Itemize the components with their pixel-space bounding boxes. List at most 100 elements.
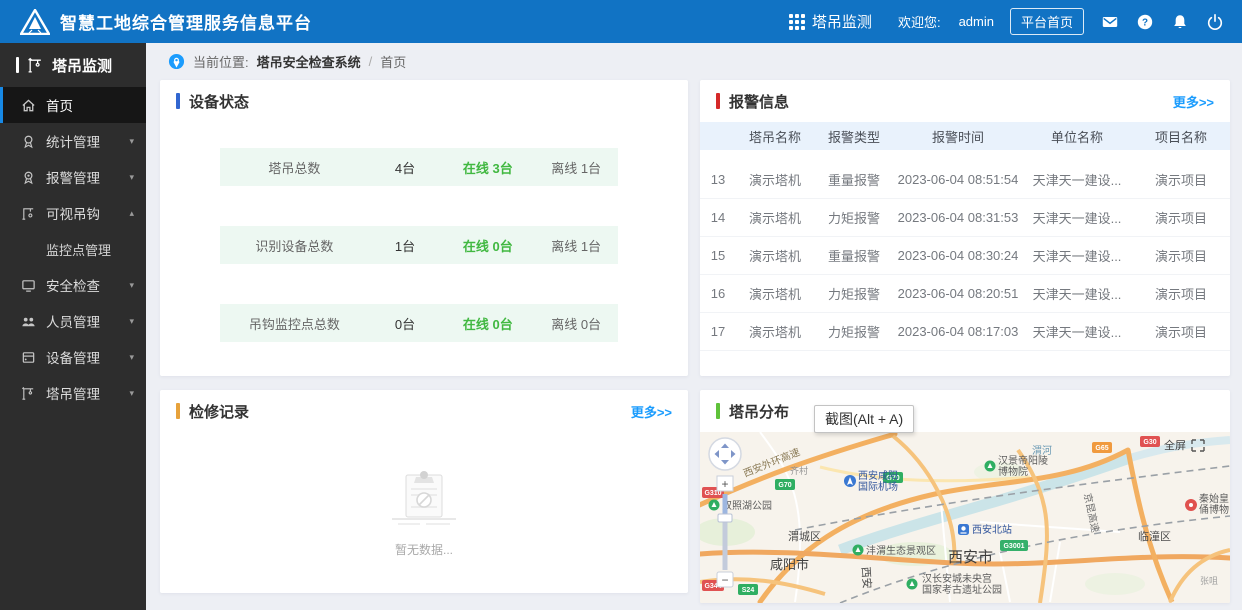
bell-icon[interactable] <box>1170 12 1189 31</box>
status-online: 在线 0台 <box>462 316 513 332</box>
no-data-icon <box>392 470 456 525</box>
hook-icon <box>20 205 36 221</box>
alarm-table-header: 塔吊名称 报警类型 报警时间 单位名称 项目名称 <box>700 122 1230 150</box>
svg-text:G30: G30 <box>1143 439 1156 446</box>
svg-text:G70: G70 <box>778 482 791 489</box>
svg-text:渭河: 渭河 <box>1032 445 1052 457</box>
logo-icon <box>20 8 50 35</box>
brand: 智慧工地综合管理服务信息平台 <box>0 8 312 35</box>
chevron-down-icon: ▾ <box>129 315 134 326</box>
sidebar-item-statistics[interactable]: 统计管理 ▾ <box>0 123 146 159</box>
screenshot-tooltip: 截图(Alt + A) <box>814 405 915 433</box>
svg-text:咸阳市: 咸阳市 <box>770 557 809 572</box>
device-status-row: 塔吊总数 4台 在线 3台 离线 1台 <box>220 148 618 186</box>
app-title: 智慧工地综合管理服务信息平台 <box>60 14 312 33</box>
status-online: 在线 3台 <box>462 160 513 176</box>
sidebar-item-crane-mgmt[interactable]: 塔吊管理 ▾ <box>0 375 146 411</box>
sidebar-item-label: 报警管理 <box>46 171 100 186</box>
panel-accent-bar <box>176 93 180 109</box>
empty-state-text: 暂无数据... <box>394 542 453 557</box>
svg-text:齐村: 齐村 <box>790 465 808 476</box>
status-total: 0台 <box>394 316 416 332</box>
alarm-table-row[interactable]: 13 演示塔机 重量报警 2023-06-04 08:51:54 天津天一建设.… <box>700 161 1230 199</box>
status-offline: 离线 0台 <box>551 316 602 332</box>
chevron-down-icon: ▾ <box>129 279 134 290</box>
username[interactable]: admin <box>959 14 994 29</box>
sidebar-item-label: 塔吊管理 <box>46 387 100 402</box>
svg-text:张咀: 张咀 <box>1200 576 1218 586</box>
map[interactable]: G70 G70 G3001 G310 G344 G30 G65 S24 西安外环… <box>700 432 1230 603</box>
status-total: 4台 <box>394 160 416 176</box>
sidebar-item-visual-hook[interactable]: 可视吊钩 ▴ <box>0 195 146 231</box>
svg-text:?: ? <box>1141 17 1147 28</box>
sidebar-subitem-label: 监控点管理 <box>46 242 112 258</box>
grid-apps-icon <box>788 13 805 30</box>
alarm-table-row[interactable]: 14 演示塔机 力矩报警 2023-06-04 08:31:53 天津天一建设.… <box>700 199 1230 237</box>
svg-text:博物院: 博物院 <box>998 465 1028 478</box>
maintenance-more-link[interactable]: 更多>> <box>631 402 672 421</box>
svg-text:−: − <box>721 573 728 587</box>
col-alarm-time: 报警时间 <box>931 129 984 145</box>
col-crane-name: 塔吊名称 <box>748 129 801 145</box>
svg-text:秦始皇: 秦始皇 <box>1199 492 1229 505</box>
panel-accent-bar <box>176 403 180 419</box>
breadcrumb: 当前位置: 塔吊安全检查系统 / 首页 <box>146 43 1242 80</box>
alarm-table-row[interactable]: 17 演示塔机 力矩报警 2023-06-04 08:17:03 天津天一建设.… <box>700 313 1230 351</box>
panel-title: 检修记录 <box>189 403 250 421</box>
alarm-table-row[interactable]: 15 演示塔机 重量报警 2023-06-04 08:30:24 天津天一建设.… <box>700 237 1230 275</box>
mail-icon[interactable] <box>1100 12 1119 31</box>
panel-maintenance: 检修记录 更多>> 暂无数据... <box>160 390 688 593</box>
panel-device-status: 设备状态 塔吊总数 4台 在线 3台 离线 1台 识别设备总数 1台 在线 0台… <box>160 80 688 376</box>
sidebar-item-home[interactable]: 首页 <box>0 87 146 123</box>
location-pin-icon <box>168 53 185 70</box>
device-status-row: 识别设备总数 1台 在线 0台 离线 1台 <box>220 226 618 264</box>
breadcrumb-label: 当前位置: <box>193 55 249 70</box>
svg-text:汉长安城未央宫: 汉长安城未央宫 <box>922 572 992 585</box>
sidebar-item-safety-check[interactable]: 安全检查 ▾ <box>0 267 146 303</box>
panel-alarm-info: 报警信息 更多>> 塔吊名称 报警类型 报警时间 单位名称 项目名称 12 演示… <box>700 80 1230 376</box>
svg-text:国家考古遗址公园: 国家考古遗址公园 <box>922 583 1002 596</box>
device-status-row: 吊钩监控点总数 0台 在线 0台 离线 0台 <box>220 304 618 342</box>
device-icon <box>20 349 36 365</box>
sidebar-item-label: 统计管理 <box>46 135 100 150</box>
app-switcher-label: 塔吊监测 <box>811 14 872 31</box>
panel-accent-bar <box>716 93 720 109</box>
sidebar-item-label: 设备管理 <box>46 351 100 366</box>
sidebar-item-personnel[interactable]: 人员管理 ▾ <box>0 303 146 339</box>
sidebar-header: 塔吊监测 <box>0 43 146 87</box>
svg-text:G65: G65 <box>1095 445 1108 452</box>
help-icon[interactable]: ? <box>1135 12 1154 31</box>
status-label: 吊钩监控点总数 <box>248 316 340 332</box>
svg-text:沣渭生态景观区: 沣渭生态景观区 <box>866 544 936 557</box>
sidebar-item-alarms[interactable]: 报警管理 ▾ <box>0 159 146 195</box>
power-icon[interactable] <box>1205 12 1224 31</box>
alarm-table-row[interactable]: 16 演示塔机 力矩报警 2023-06-04 08:20:51 天津天一建设.… <box>700 275 1230 313</box>
breadcrumb-root[interactable]: 塔吊安全检查系统 <box>257 52 361 71</box>
status-label: 识别设备总数 <box>255 238 334 254</box>
breadcrumb-separator: / <box>368 54 373 69</box>
svg-text:双照湖公园: 双照湖公园 <box>722 500 772 512</box>
sidebar-header-bar <box>16 57 19 73</box>
alarm-icon <box>20 169 36 185</box>
svg-text:西安市: 西安市 <box>948 549 993 566</box>
svg-text:G3001: G3001 <box>1003 543 1024 550</box>
sidebar-item-label: 首页 <box>46 99 73 114</box>
status-online: 在线 0台 <box>462 238 513 254</box>
map-pan-control <box>708 437 742 471</box>
home-icon <box>20 97 36 113</box>
alarm-more-link[interactable]: 更多>> <box>1173 92 1214 111</box>
status-offline: 离线 1台 <box>551 238 602 254</box>
chevron-down-icon: ▾ <box>129 351 134 362</box>
app-switcher[interactable]: 塔吊监测 <box>788 11 872 32</box>
svg-text:西安咸阳: 西安咸阳 <box>858 469 898 482</box>
sidebar-item-label: 安全检查 <box>46 279 100 294</box>
sidebar-subitem-monitor-points[interactable]: 监控点管理 <box>0 231 146 267</box>
portal-home-button[interactable]: 平台首页 <box>1009 8 1084 35</box>
col-unit-name: 单位名称 <box>1050 129 1103 145</box>
svg-text:西安: 西安 <box>859 566 875 589</box>
sidebar-item-equipment[interactable]: 设备管理 ▾ <box>0 339 146 375</box>
panel-title: 报警信息 <box>729 93 790 111</box>
chevron-down-icon: ▾ <box>129 387 134 398</box>
people-icon <box>20 313 36 329</box>
col-project-name: 项目名称 <box>1154 129 1207 145</box>
